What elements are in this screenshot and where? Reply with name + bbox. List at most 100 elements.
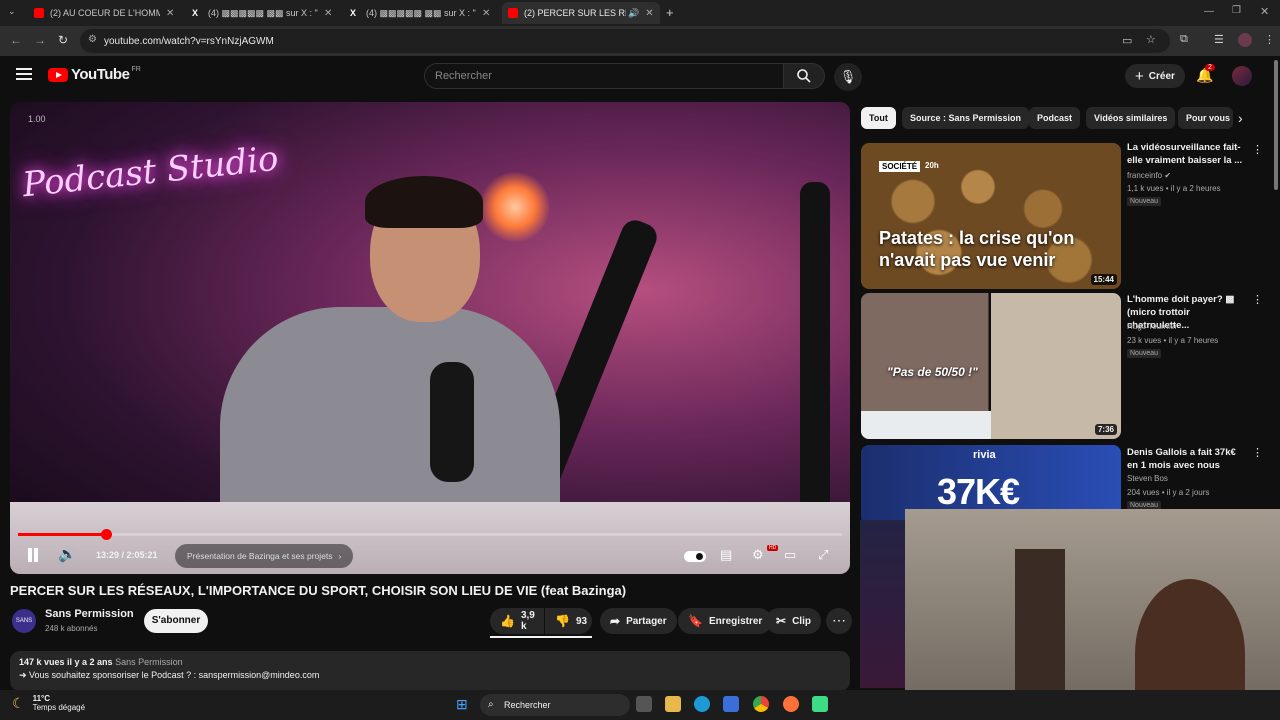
youtube-play-icon bbox=[48, 67, 68, 82]
forward-icon[interactable]: → bbox=[34, 33, 46, 47]
microphone-icon: 🎙 bbox=[839, 69, 857, 84]
file-explorer-icon[interactable] bbox=[665, 696, 681, 712]
playback-speed-label: 1.00 bbox=[28, 114, 46, 124]
recommendation-channel-3[interactable]: Steven Bos bbox=[1127, 474, 1168, 483]
bookmark-icon: 🔖 bbox=[688, 614, 703, 628]
fullscreen-icon[interactable]: ⤢ bbox=[818, 547, 828, 563]
progress-bar[interactable] bbox=[18, 529, 842, 540]
hd-badge: HD bbox=[767, 545, 779, 551]
recommendation-title-1[interactable]: La vidéosurveillance fait-elle vraiment … bbox=[1127, 141, 1247, 167]
thumbs-down-icon: 👎 bbox=[555, 614, 570, 628]
extensions-icon[interactable]: ⧉ bbox=[1180, 33, 1188, 46]
create-button[interactable]: + Créer bbox=[1125, 64, 1185, 88]
recommendation-thumbnail-2[interactable]: "Pas de 50/50 !" 7:36 bbox=[861, 293, 1121, 439]
search-input[interactable]: Rechercher bbox=[424, 63, 784, 89]
close-tab-icon[interactable]: ✕ bbox=[645, 8, 653, 19]
subscribe-button[interactable]: S'abonner bbox=[144, 609, 208, 633]
volume-icon[interactable]: 🔊 bbox=[58, 545, 77, 563]
more-options-icon[interactable]: ⋮ bbox=[1252, 293, 1263, 306]
app-icon[interactable] bbox=[812, 696, 828, 712]
notification-count-badge: 2 bbox=[1205, 64, 1215, 71]
recommendation-title-3[interactable]: Denis Gallois a fait 37k€ en 1 mois avec… bbox=[1127, 446, 1247, 472]
maximize-icon[interactable]: ❐ bbox=[1232, 5, 1241, 16]
menu-icon[interactable] bbox=[16, 68, 32, 80]
autoplay-toggle[interactable] bbox=[684, 551, 706, 562]
voice-search-button[interactable]: 🎙 bbox=[834, 63, 862, 91]
recommendation-meta-2: 23 k vues • il y a 7 heures bbox=[1127, 336, 1219, 345]
more-options-icon[interactable]: ⋮ bbox=[1252, 446, 1263, 459]
chip-source[interactable]: Source : Sans Permission bbox=[902, 107, 1030, 129]
clip-button[interactable]: ✂ Clip bbox=[766, 608, 821, 634]
video-player[interactable]: Podcast Studio 1.00 🔊 13:29 / 2:05:21 Pr… bbox=[10, 102, 850, 574]
recommendation-meta-1: 1,1 k vues • il y a 2 heures bbox=[1127, 184, 1221, 193]
taskbar-search[interactable]: ⌕ Rechercher bbox=[480, 694, 630, 716]
scissors-icon: ✂ bbox=[776, 614, 787, 628]
plus-icon: + bbox=[1135, 67, 1144, 85]
browser-tab-1[interactable]: (2) AU COEUR DE L'HOMMAGE ✕ bbox=[28, 2, 183, 24]
chip-for-you[interactable]: Pour vous bbox=[1178, 107, 1233, 129]
reload-icon[interactable]: ↻ bbox=[58, 33, 68, 47]
site-info-icon[interactable]: ⚙ bbox=[88, 34, 97, 45]
progress-played bbox=[18, 533, 107, 536]
close-tab-icon[interactable]: ✕ bbox=[166, 8, 174, 19]
webcam-overlay bbox=[905, 509, 1280, 720]
more-actions-icon[interactable]: ⋯ bbox=[826, 608, 852, 634]
tab-list-icon[interactable]: ⌄ bbox=[8, 6, 16, 17]
subtitles-icon[interactable]: ▤ bbox=[720, 547, 732, 563]
firefox-icon[interactable] bbox=[783, 696, 799, 712]
weather-widget[interactable]: ☾ 11°C Temps dégagé bbox=[12, 694, 85, 712]
profile-icon[interactable] bbox=[1238, 33, 1252, 47]
pause-button[interactable] bbox=[26, 548, 40, 564]
settings-gear-icon[interactable]: ⚙ bbox=[752, 547, 764, 563]
recommendation-thumbnail-1[interactable]: SOCIÉTÉ 20h Patates : la crise qu'on n'a… bbox=[861, 143, 1121, 289]
chapter-button[interactable]: Présentation de Bazinga et ses projets › bbox=[175, 544, 354, 568]
chip-similar[interactable]: Vidéos similaires bbox=[1086, 107, 1176, 129]
subscriber-count: 248 k abonnés bbox=[45, 624, 98, 633]
url-field[interactable]: ⚙ youtube.com/watch?v=rsYnNzjAGWM ▭ ☆ bbox=[80, 29, 1170, 53]
browser-tab-4-active[interactable]: (2) PERCER SUR LES RÉSEAU 🔊 ✕ bbox=[502, 2, 660, 24]
like-button[interactable]: 👍 3,9 k bbox=[490, 608, 544, 634]
cast-icon[interactable]: ▭ bbox=[1122, 34, 1132, 47]
new-badge: Nouveau bbox=[1127, 349, 1162, 358]
windows-start-icon[interactable]: ⊞ bbox=[456, 696, 468, 713]
account-avatar[interactable] bbox=[1232, 66, 1252, 86]
youtube-logo[interactable]: YouTube FR bbox=[48, 66, 141, 83]
new-tab-icon[interactable]: + bbox=[666, 5, 674, 20]
recommendation-channel-2[interactable]: Hugo Tournier bbox=[1127, 322, 1177, 331]
chevron-right-icon: › bbox=[338, 551, 342, 561]
channel-name[interactable]: Sans Permission bbox=[45, 608, 134, 620]
speaker-icon[interactable]: 🔊 bbox=[628, 8, 639, 19]
bookmark-star-icon[interactable]: ☆ bbox=[1146, 33, 1156, 46]
browser-tab-2[interactable]: X (4) ▩▩▩▩▩ ▩▩ sur X : "✈- "C ✕ bbox=[186, 2, 341, 24]
page-scrollbar[interactable] bbox=[1274, 60, 1278, 190]
more-options-icon[interactable]: ⋮ bbox=[1252, 143, 1263, 156]
dislike-button[interactable]: 👎 93 bbox=[545, 608, 592, 634]
search-button[interactable] bbox=[783, 63, 825, 89]
minimize-icon[interactable]: — bbox=[1204, 6, 1214, 17]
chrome-icon[interactable] bbox=[753, 696, 769, 712]
x-icon: X bbox=[350, 8, 357, 18]
chevron-right-icon[interactable]: › bbox=[1238, 110, 1243, 126]
edge-icon[interactable] bbox=[694, 696, 710, 712]
close-window-icon[interactable]: ✕ bbox=[1260, 5, 1269, 18]
recommendation-thumbnail-partial[interactable] bbox=[860, 520, 905, 688]
browser-menu-icon[interactable]: ⋮ bbox=[1264, 33, 1275, 46]
save-button[interactable]: 🔖 Enregistrer bbox=[678, 608, 773, 634]
close-tab-icon[interactable]: ✕ bbox=[324, 8, 332, 19]
chip-podcast[interactable]: Podcast bbox=[1029, 107, 1081, 129]
like-indicator bbox=[490, 636, 592, 638]
sidebar-icon[interactable]: ☰ bbox=[1214, 33, 1224, 46]
share-button[interactable]: ➦ Partager bbox=[600, 608, 677, 634]
description-box[interactable]: 147 k vues il y a 2 ans Sans Permission … bbox=[10, 651, 850, 691]
theater-mode-icon[interactable]: ▭ bbox=[784, 547, 796, 563]
back-icon[interactable]: ← bbox=[10, 33, 22, 47]
recommendation-channel-1[interactable]: franceinfo ✔ bbox=[1127, 171, 1171, 180]
store-icon[interactable] bbox=[723, 696, 739, 712]
browser-tab-3[interactable]: X (4) ▩▩▩▩▩ ▩▩ sur X : "◌ - ◌ ✕ bbox=[344, 2, 499, 24]
channel-avatar[interactable]: SANS bbox=[12, 609, 36, 633]
description-channel: Sans Permission bbox=[115, 657, 183, 667]
chip-all[interactable]: Tout bbox=[861, 107, 896, 129]
host-hair bbox=[365, 176, 483, 228]
task-view-icon[interactable] bbox=[636, 696, 652, 712]
close-tab-icon[interactable]: ✕ bbox=[482, 8, 490, 19]
